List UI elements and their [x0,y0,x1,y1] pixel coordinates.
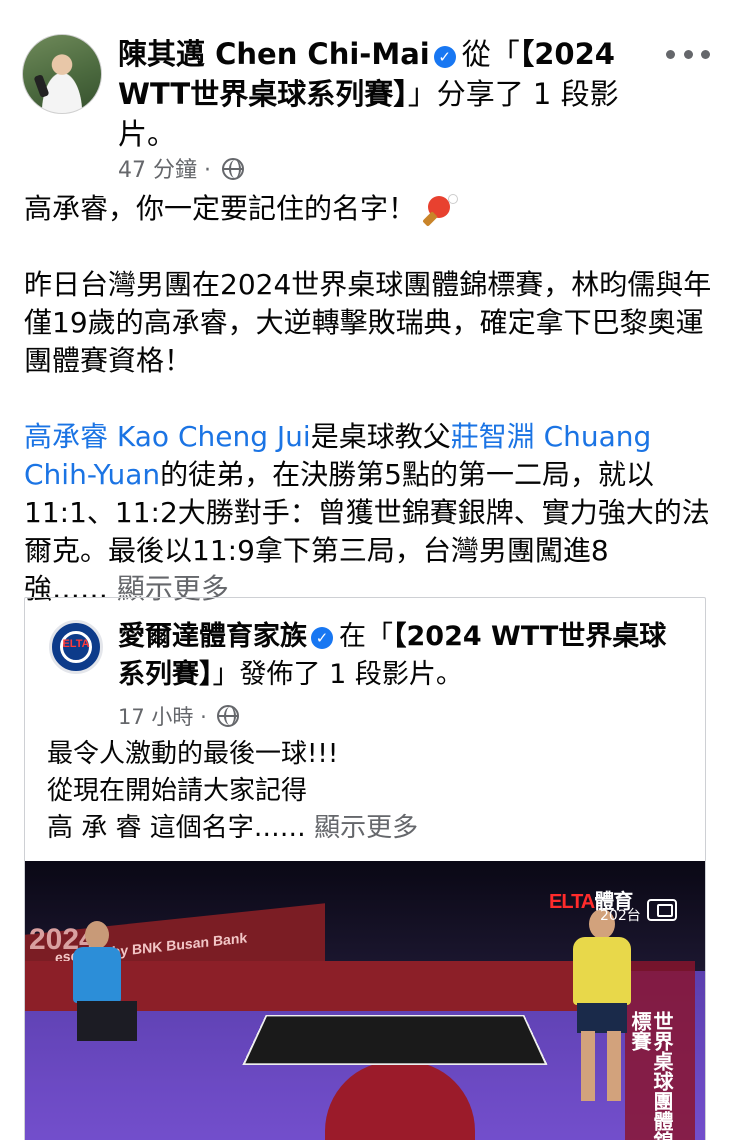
post-line-1: 高承睿，你一定要記住的名字！ [24,190,714,228]
channel-number: 202台 [600,908,641,924]
shared-author-name[interactable]: 愛爾達體育家族 [118,621,307,652]
post-paragraph-3: 高承睿 Kao Cheng Jui是桌球教父莊智淵 Chuang Chih-Yu… [24,418,714,608]
ping-pong-table [242,1015,548,1065]
picture-in-picture-icon[interactable] [647,899,677,921]
umpire-figure [67,921,137,1041]
broadcast-side-text: 世界桌球團體錦標賽 [628,1011,674,1140]
shared-line-2: 從現在開始請大家記得 [47,776,308,806]
broadcaster-logo-main: ELTA [549,891,595,913]
more-dot-icon [701,49,710,59]
shared-line-1: 最令人激動的最後一球!!! [47,739,339,769]
shared-see-more-link[interactable]: 顯示更多 [314,813,418,843]
shared-post-body: 最令人激動的最後一球!!! 從現在開始請大家記得 高 承 睿 這個名字…… 顯示… [47,736,687,847]
post-paragraph-2: 昨日台灣男團在2024世界桌球團體錦標賽，林昀儒與年僅19歲的高承睿，大逆轉擊敗… [24,268,712,377]
shared-line-3: 高 承 睿 這個名字…… 顯示更多 [47,810,687,847]
sponsor-bnk: BNK [132,938,163,958]
player-figure [565,909,635,1109]
author-avatar[interactable] [22,34,102,114]
shared-post-meta: 17 小時 · [118,702,240,732]
more-options-button[interactable] [666,40,710,68]
more-dot-icon [683,49,693,59]
microphone-icon [33,74,50,98]
verified-badge-icon: ✓ [311,627,333,649]
post-header: 陳其邁 Chen Chi-Mai ✓ 從「【2024 WTT世界桌球系列賽】」分享了… [118,34,638,154]
shared-action-suffix: 」發佈了 1 段影片。 [212,659,463,690]
video-player[interactable]: esented by BNK Busan Bank 2024 世界桌球團體錦標賽… [25,861,705,1140]
shared-post-header: 愛爾達體育家族 ✓ 在「【2024 WTT世界桌球系列賽】」發佈了 1 段影片。 [118,618,678,694]
globe-icon [217,705,240,727]
post-text-segment: 是桌球教父 [310,420,451,453]
avatar-logo-text: ELTA [62,638,90,650]
shared-timestamp[interactable]: 17 小時 [118,705,193,729]
sponsor-busan: Busan Bank [166,929,248,954]
action-prefix: 從「 [461,37,520,71]
globe-icon [221,158,244,180]
more-dot-icon [666,49,675,59]
mention-kao-cheng-jui[interactable]: 高承睿 Kao Cheng Jui [24,420,311,453]
post-headline: 高承睿，你一定要記住的名字！ [24,192,417,225]
shared-line-3-text: 高 承 睿 這個名字…… [47,813,306,843]
shared-action-prefix: 在「 [339,621,393,652]
author-name[interactable]: 陳其邁 Chen Chi-Mai [118,37,430,71]
ping-pong-emoji-icon [422,194,460,227]
post-timestamp[interactable]: 47 分鐘 [118,158,197,183]
post-meta: 47 分鐘 · [118,156,244,186]
shared-author-avatar[interactable]: ELTA [49,620,103,674]
post-body: 高承睿，你一定要記住的名字！ 昨日台灣男團在2024世界桌球團體錦標賽，林昀儒與… [24,190,714,608]
verified-badge-icon: ✓ [433,46,456,68]
shared-post-card[interactable]: ELTA 愛爾達體育家族 ✓ 在「【2024 WTT世界桌球系列賽】」發佈了 1 段… [24,597,706,1140]
facebook-post: 陳其邁 Chen Chi-Mai ✓ 從「【2024 WTT世界桌球系列賽】」分享了… [0,0,729,1140]
